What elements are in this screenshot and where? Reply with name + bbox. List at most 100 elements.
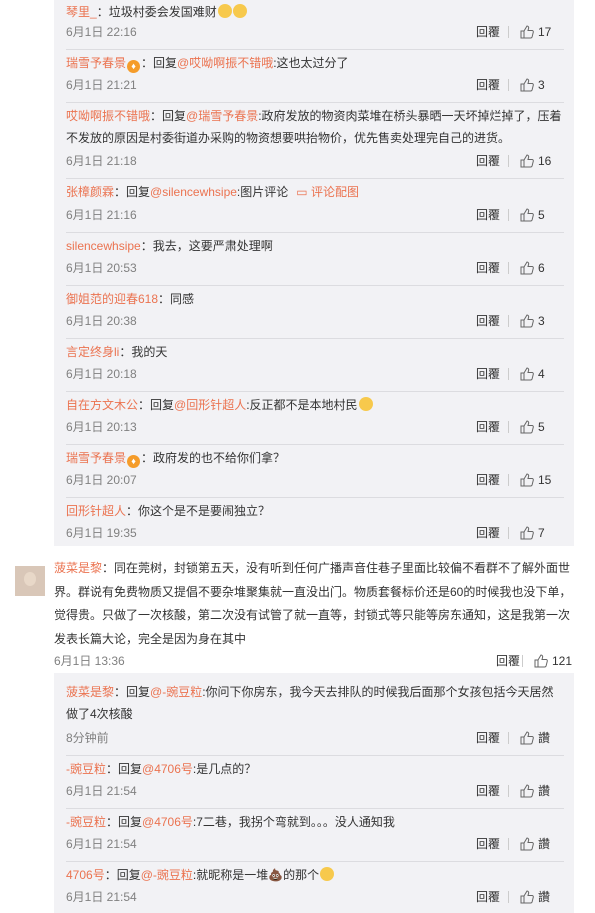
thumb-up-icon[interactable] bbox=[520, 731, 534, 745]
reply-meta: 6月1日 20:18 回覆 4 bbox=[66, 364, 564, 384]
reply-text-line: 瑞雪予春景 ♦ ：回复@哎呦啊振不错哦:这也太过分了 bbox=[66, 52, 564, 74]
reply-button[interactable]: 回覆 bbox=[476, 311, 500, 331]
comment-image-link[interactable]: ▭ 评论配图 bbox=[296, 185, 359, 199]
vip-badge-icon: ♦ bbox=[127, 60, 141, 73]
reply-content: :反正都不是本地村民 bbox=[246, 398, 358, 412]
username-link[interactable]: 自在方文木公 bbox=[66, 398, 138, 412]
mention-link[interactable]: @回形针超人 bbox=[174, 398, 246, 412]
thumb-up-icon[interactable] bbox=[520, 784, 534, 798]
username-link[interactable]: 菠菜是黎 bbox=[54, 561, 102, 575]
reply-button[interactable]: 回覆 bbox=[476, 364, 500, 384]
thumb-up-icon[interactable] bbox=[520, 420, 534, 434]
mention-link[interactable]: @-豌豆粒 bbox=[150, 685, 202, 699]
thumb-up-icon[interactable] bbox=[520, 526, 534, 540]
like-button[interactable]: 5 bbox=[508, 205, 564, 225]
username-link[interactable]: 回形针超人 bbox=[66, 504, 126, 518]
reply-meta: 6月1日 21:54 回覆 讚 bbox=[66, 834, 564, 854]
reply-panel: 琴里_：垃圾村委会发国难财 6月1日 22:16 回覆 17 瑞雪予春景 ♦ ：回复@哎呦啊… bbox=[54, 0, 574, 546]
like-button[interactable]: 4 bbox=[508, 364, 564, 384]
reply-button[interactable]: 回覆 bbox=[476, 728, 500, 748]
username-link[interactable]: -豌豆粒 bbox=[66, 815, 106, 829]
reply-meta: 6月1日 20:38 回覆 3 bbox=[66, 311, 564, 331]
thumb-up-icon[interactable] bbox=[520, 837, 534, 851]
reply-button[interactable]: 回覆 bbox=[476, 258, 500, 278]
separator bbox=[508, 79, 509, 91]
username-link[interactable]: 菠菜是黎 bbox=[66, 685, 114, 699]
like-button[interactable]: 17 bbox=[508, 22, 564, 42]
reply-button[interactable]: 回覆 bbox=[496, 651, 520, 671]
like-button[interactable]: 讚 bbox=[508, 781, 564, 801]
reply-button[interactable]: 回覆 bbox=[476, 887, 500, 907]
reply-button[interactable]: 回覆 bbox=[476, 22, 500, 42]
thumb-up-icon[interactable] bbox=[520, 890, 534, 904]
thumb-up-icon[interactable] bbox=[534, 654, 548, 668]
reply-button[interactable]: 回覆 bbox=[476, 523, 500, 543]
divider bbox=[66, 285, 564, 286]
reply-content: 你这个是不是要闹独立？ bbox=[138, 504, 271, 518]
avatar-image bbox=[24, 572, 36, 586]
username-link[interactable]: 琴里_ bbox=[66, 5, 97, 19]
like-button[interactable]: 121 bbox=[522, 651, 578, 671]
thumb-up-icon[interactable] bbox=[520, 367, 534, 381]
like-button[interactable]: 7 bbox=[508, 523, 564, 543]
reply-text-line: 回形针超人：你这个是不是要闹独立？ bbox=[66, 500, 564, 522]
thumb-up-icon[interactable] bbox=[520, 261, 534, 275]
reply-button[interactable]: 回覆 bbox=[476, 75, 500, 95]
username-link[interactable]: 御姐范的迎春618 bbox=[66, 292, 158, 306]
reply-button[interactable]: 回覆 bbox=[476, 470, 500, 490]
reply-button[interactable]: 回覆 bbox=[476, 417, 500, 437]
like-button[interactable]: 讚 bbox=[508, 834, 564, 854]
like-button[interactable]: 讚 bbox=[508, 728, 564, 748]
reply-content: 垃圾村委会发国难财 bbox=[108, 5, 217, 19]
thumb-up-icon[interactable] bbox=[520, 473, 534, 487]
timestamp: 6月1日 20:18 bbox=[66, 367, 137, 381]
reply-button[interactable]: 回覆 bbox=[476, 151, 500, 171]
username-link[interactable]: 张樟颜霖 bbox=[66, 185, 114, 199]
username-link[interactable]: silencewhsipe bbox=[66, 239, 141, 253]
mention-link[interactable]: @4706号 bbox=[142, 762, 193, 776]
thumb-up-icon[interactable] bbox=[520, 25, 534, 39]
thumb-up-icon[interactable] bbox=[520, 314, 534, 328]
like-button[interactable]: 3 bbox=[508, 75, 564, 95]
separator bbox=[508, 732, 509, 744]
mention-link[interactable]: @silencewhsipe bbox=[150, 185, 237, 199]
like-button[interactable]: 16 bbox=[508, 151, 564, 171]
username-link[interactable]: 瑞雪予春景 bbox=[66, 56, 126, 70]
comment-image-label[interactable]: 评论配图 bbox=[311, 185, 359, 199]
reply-text-line: -豌豆粒：回复@4706号:7二巷，我拐个弯就到。。。没人通知我 bbox=[66, 811, 564, 833]
separator bbox=[508, 891, 509, 903]
reply-meta: 6月1日 22:16 回覆 17 bbox=[66, 22, 564, 42]
separator bbox=[508, 785, 509, 797]
reply-button[interactable]: 回覆 bbox=[476, 834, 500, 854]
thumb-up-icon[interactable] bbox=[520, 78, 534, 92]
mention-link[interactable]: @哎呦啊振不错哦 bbox=[177, 56, 273, 70]
reply-prefix: ： bbox=[141, 451, 154, 465]
username-link[interactable]: 言定终身li bbox=[66, 345, 119, 359]
username-link[interactable]: -豌豆粒 bbox=[66, 762, 106, 776]
reply-meta: 6月1日 21:18 回覆 16 bbox=[66, 151, 564, 171]
like-button[interactable]: 5 bbox=[508, 417, 564, 437]
like-count: 讚 bbox=[538, 890, 551, 904]
divider bbox=[66, 444, 564, 445]
username-link[interactable]: 4706号 bbox=[66, 868, 105, 882]
vip-badge-icon: ♦ bbox=[127, 455, 141, 468]
divider bbox=[66, 391, 564, 392]
reply-button[interactable]: 回覆 bbox=[476, 781, 500, 801]
thumb-up-icon[interactable] bbox=[520, 154, 534, 168]
username-link[interactable]: 哎呦啊振不错哦 bbox=[66, 109, 150, 123]
reply-button[interactable]: 回覆 bbox=[476, 205, 500, 225]
reply-meta: 6月1日 20:07 回覆 15 bbox=[66, 470, 564, 490]
like-button[interactable]: 讚 bbox=[508, 887, 564, 907]
mention-link[interactable]: @瑞雪予春景 bbox=[186, 109, 258, 123]
timestamp: 6月1日 19:35 bbox=[66, 526, 137, 540]
like-button[interactable]: 3 bbox=[508, 311, 564, 331]
like-count: 4 bbox=[538, 367, 545, 381]
mention-link[interactable]: @4706号 bbox=[142, 815, 193, 829]
avatar[interactable] bbox=[15, 566, 45, 596]
reply-text-line: 自在方文木公：回复@回形针超人:反正都不是本地村民 bbox=[66, 394, 564, 416]
thumb-up-icon[interactable] bbox=[520, 208, 534, 222]
mention-link[interactable]: @-豌豆粒 bbox=[141, 868, 193, 882]
username-link[interactable]: 瑞雪予春景 bbox=[66, 451, 126, 465]
like-button[interactable]: 6 bbox=[508, 258, 564, 278]
like-button[interactable]: 15 bbox=[508, 470, 564, 490]
